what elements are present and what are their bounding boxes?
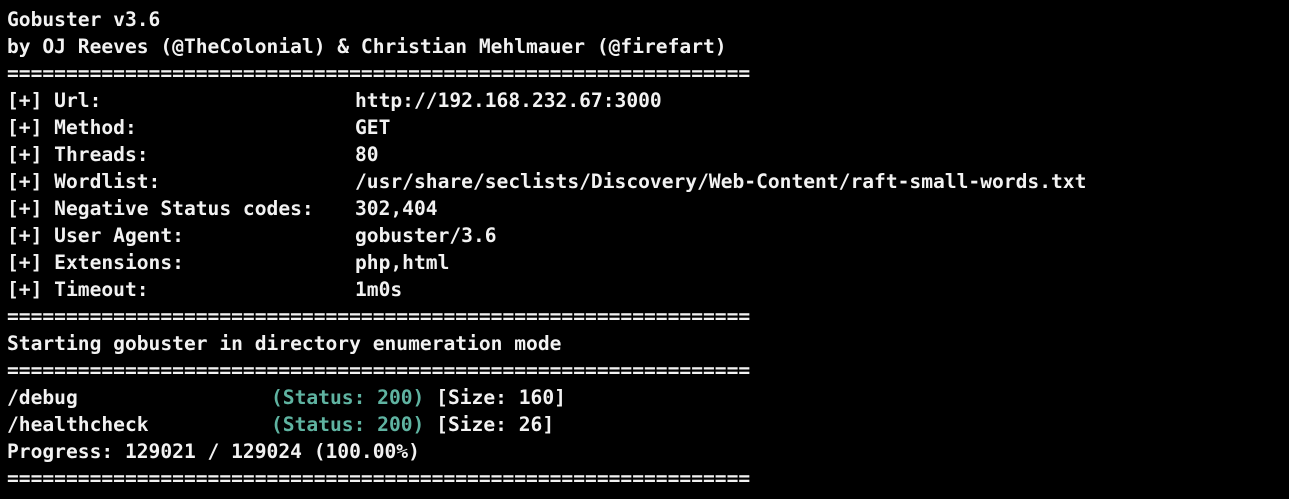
config-key: [+] Url: <box>7 89 102 112</box>
config-value: 1m0s <box>355 278 403 301</box>
progress-line: Progress: 129021 / 129024 (100.00%) <box>7 440 420 463</box>
banner-authors: by OJ Reeves (@TheColonial) & Christian … <box>7 35 727 58</box>
separator: ========================================… <box>7 305 751 328</box>
config-key: [+] Negative Status codes: <box>7 197 314 220</box>
result-row: /healthcheck (Status: 200) [Size: 26] <box>7 411 1289 438</box>
config-value: GET <box>355 116 391 139</box>
config-row-url: [+] Url: http://192.168.232.67:3000 <box>7 87 1289 114</box>
config-value: gobuster/3.6 <box>355 224 497 247</box>
config-row-user-agent: [+] User Agent: gobuster/3.6 <box>7 222 1289 249</box>
result-row: /debug (Status: 200) [Size: 160] <box>7 384 1289 411</box>
separator: ========================================… <box>7 62 751 85</box>
config-row-wordlist: [+] Wordlist: /usr/share/seclists/Discove… <box>7 168 1289 195</box>
config-row-negative-status: [+] Negative Status codes: 302,404 <box>7 195 1289 222</box>
start-message: Starting gobuster in directory enumerati… <box>7 332 562 355</box>
result-status: (Status: 200) <box>271 386 425 409</box>
config-key: [+] Threads: <box>7 143 149 166</box>
config-row-method: [+] Method: GET <box>7 114 1289 141</box>
terminal-window[interactable]: Gobuster v3.6 by OJ Reeves (@TheColonial… <box>0 0 1289 499</box>
separator: ========================================… <box>7 359 751 382</box>
result-size: [Size: 160] <box>436 386 566 409</box>
config-value: 80 <box>355 143 379 166</box>
config-key: [+] User Agent: <box>7 224 184 247</box>
result-status: (Status: 200) <box>271 413 425 436</box>
result-size: [Size: 26] <box>436 413 555 436</box>
result-path: /debug <box>7 386 78 409</box>
banner-title: Gobuster v3.6 <box>7 8 161 31</box>
config-row-timeout: [+] Timeout: 1m0s <box>7 276 1289 303</box>
config-key: [+] Extensions: <box>7 251 184 274</box>
config-key: [+] Timeout: <box>7 278 149 301</box>
config-value: /usr/share/seclists/Discovery/Web-Conten… <box>355 170 1087 193</box>
config-value: php,html <box>355 251 450 274</box>
config-value: http://192.168.232.67:3000 <box>355 89 662 112</box>
separator: ========================================… <box>7 467 751 490</box>
result-path: /healthcheck <box>7 413 149 436</box>
config-row-extensions: [+] Extensions: php,html <box>7 249 1289 276</box>
config-value: 302,404 <box>355 197 438 220</box>
config-key: [+] Wordlist: <box>7 170 161 193</box>
config-key: [+] Method: <box>7 116 137 139</box>
config-row-threads: [+] Threads: 80 <box>7 141 1289 168</box>
